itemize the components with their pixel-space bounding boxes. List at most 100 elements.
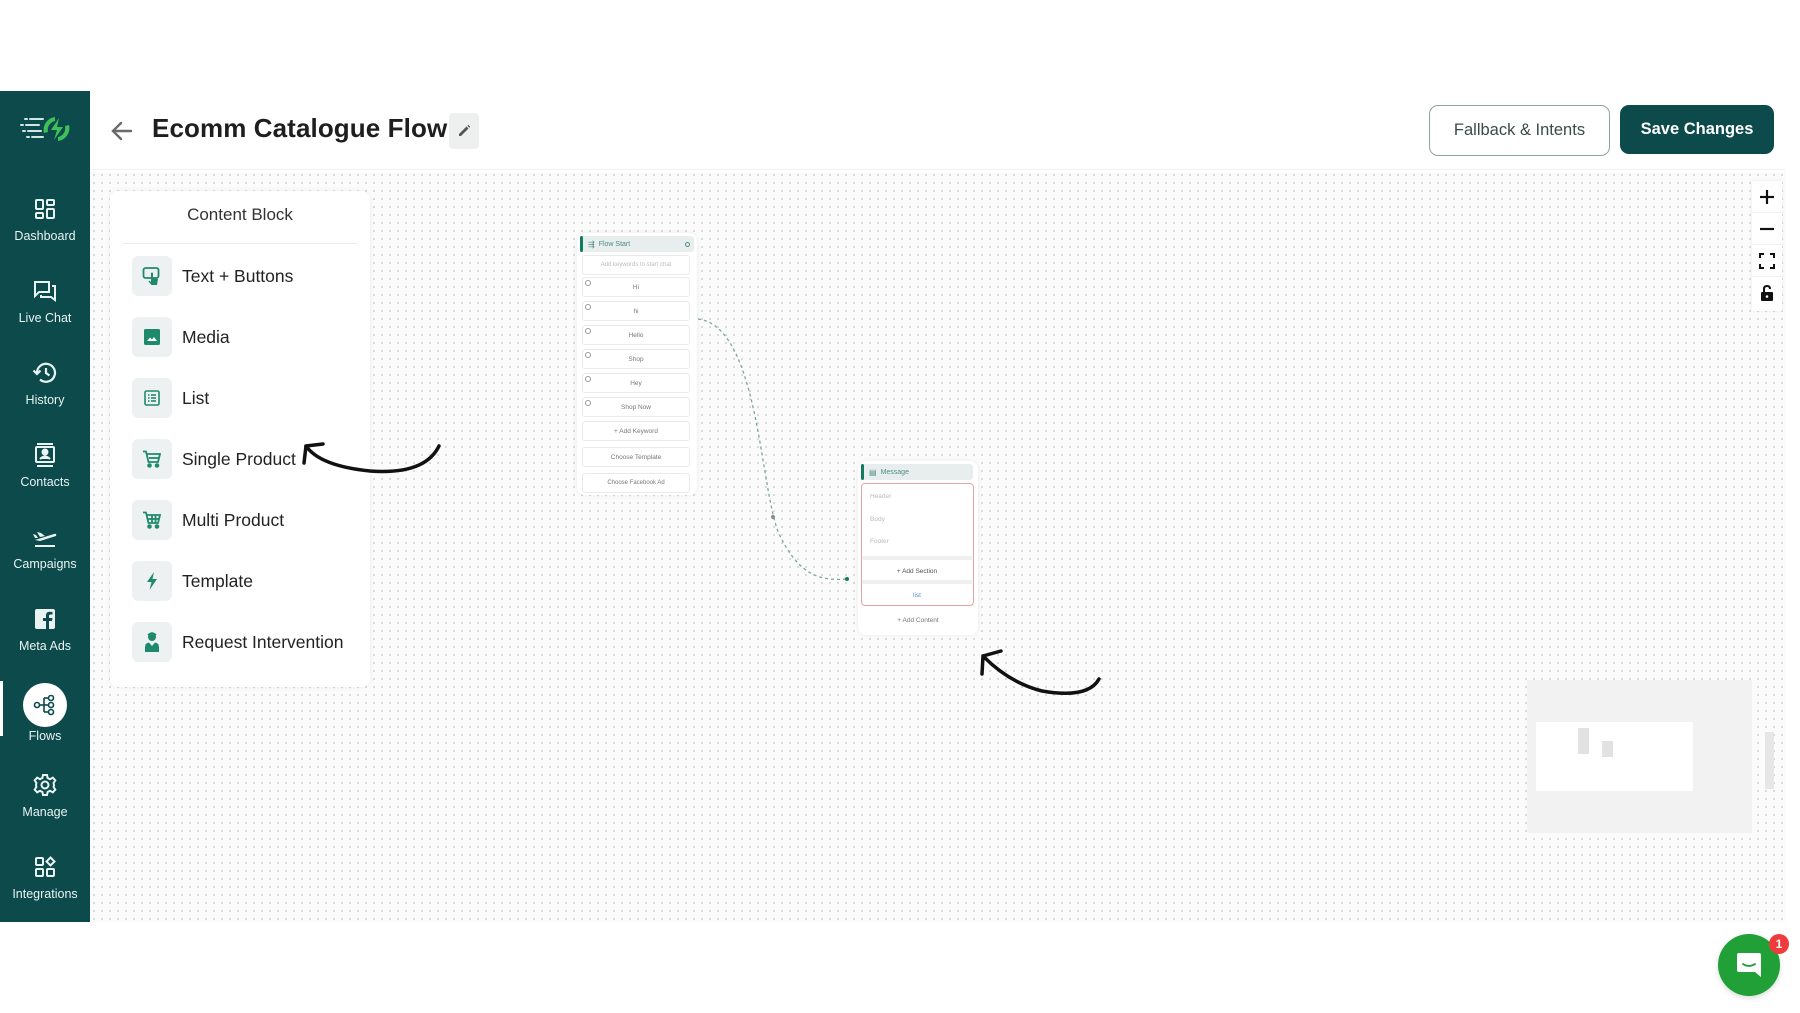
fit-view-icon	[1759, 252, 1775, 269]
keyword-label: Shop	[628, 355, 644, 363]
add-content-button[interactable]: + Add Content	[858, 611, 978, 629]
block-template[interactable]: Template	[132, 561, 362, 601]
remove-keyword-icon[interactable]	[585, 280, 591, 286]
keyword-item[interactable]: Shop	[582, 349, 690, 369]
sidebar-item-manage[interactable]: Manage	[0, 765, 90, 837]
edge-midpoint-handle[interactable]	[771, 515, 775, 519]
sidebar-item-campaigns[interactable]: Campaigns	[0, 517, 90, 589]
sidebar-item-label: Flows	[28, 729, 62, 743]
remove-keyword-icon[interactable]	[585, 328, 591, 334]
remove-keyword-icon[interactable]	[585, 376, 591, 382]
keyword-label: Shop Now	[621, 403, 651, 411]
add-section-button[interactable]: + Add Section	[862, 562, 972, 580]
footer-field[interactable]: Footer	[870, 538, 889, 545]
fallback-intents-button[interactable]: Fallback & Intents	[1429, 105, 1610, 156]
keyword-item[interactable]: hi	[582, 301, 690, 321]
list-icon	[132, 378, 172, 418]
keyword-item[interactable]: Hi	[582, 277, 690, 297]
pencil-icon	[459, 124, 471, 136]
keyword-item[interactable]: Hey	[582, 373, 690, 393]
cart-icon	[132, 500, 172, 540]
contact-card-icon	[31, 441, 59, 469]
message-node[interactable]: ▤ Message Header Body Footer + Add Secti…	[858, 461, 978, 635]
block-multi-product[interactable]: Multi Product	[132, 500, 362, 540]
divider	[862, 556, 972, 560]
add-keyword-button[interactable]: + Add Keyword	[582, 421, 690, 441]
dashboard-grid-icon	[31, 195, 59, 223]
chat-bubbles-icon	[31, 277, 59, 305]
divider	[123, 243, 357, 244]
keyword-label: Hey	[630, 379, 642, 387]
message-icon: ▤	[869, 467, 877, 477]
fit-view-button[interactable]	[1752, 245, 1782, 277]
minus-icon	[1760, 227, 1774, 230]
sidebar-item-meta-ads[interactable]: Meta Ads	[0, 599, 90, 671]
block-label: Request Intervention	[182, 631, 344, 652]
page-title: Ecomm Catalogue Flow	[152, 113, 448, 143]
keyword-item[interactable]: Shop Now	[582, 397, 690, 417]
history-clock-icon	[31, 359, 59, 387]
body-field[interactable]: Body	[870, 516, 885, 523]
block-media[interactable]: Media	[132, 317, 362, 357]
minimap[interactable]	[1527, 680, 1774, 833]
block-label: Text + Buttons	[182, 265, 294, 286]
keyword-item[interactable]: Hello	[582, 325, 690, 345]
cart-icon	[132, 439, 172, 479]
sidebar-item-label: Integrations	[12, 887, 78, 901]
back-button[interactable]	[108, 117, 136, 145]
remove-keyword-icon[interactable]	[585, 400, 591, 406]
sidebar-item-label: Campaigns	[13, 557, 77, 571]
minimap-viewport[interactable]	[1536, 722, 1693, 791]
output-handle[interactable]	[685, 241, 690, 247]
edge-target-handle[interactable]	[845, 577, 849, 581]
block-label: Template	[182, 570, 254, 591]
agent-icon	[132, 622, 172, 662]
node-header: ⇶ Flow Start	[580, 236, 694, 252]
edit-title-button[interactable]	[449, 113, 479, 149]
remove-keyword-icon[interactable]	[585, 352, 591, 358]
sidebar-item-history[interactable]: History	[0, 353, 90, 425]
sidebar-item-dashboard[interactable]: Dashboard	[0, 189, 90, 261]
choose-facebook-ad-button[interactable]: Choose Facebook Ad	[582, 473, 690, 493]
list-block[interactable]: Header Body Footer + Add Section list	[861, 483, 974, 606]
sidebar-item-live-chat[interactable]: Live Chat	[0, 271, 90, 343]
sidebar-item-label: Manage	[22, 805, 68, 819]
zoom-out-button[interactable]	[1752, 213, 1782, 245]
lock-toggle-button[interactable]	[1752, 277, 1782, 309]
minimap-node	[1602, 741, 1613, 757]
sidebar-item-flows[interactable]: Flows	[0, 683, 90, 755]
sidebar-item-integrations[interactable]: Integrations	[0, 847, 90, 919]
header-field[interactable]: Header	[870, 493, 891, 500]
keyword-label: Hi	[632, 283, 640, 291]
sidebar-item-label: Meta Ads	[18, 639, 72, 653]
annotation-arrow-icon	[980, 649, 1101, 695]
node-header: ▤ Message	[861, 464, 973, 480]
page-header: Ecomm Catalogue Flow Fallback & Intents …	[90, 91, 1786, 170]
zoom-in-button[interactable]	[1752, 181, 1782, 213]
keyword-label: Hello	[628, 331, 644, 339]
sidebar-item-contacts[interactable]: Contacts	[0, 435, 90, 507]
keyword-input[interactable]: Add keywords to start chat	[582, 255, 690, 275]
brand-logo-icon[interactable]	[17, 113, 73, 145]
flow-canvas[interactable]: Content Block Text + Buttons Media List	[90, 171, 1786, 922]
list-button[interactable]: list	[862, 586, 972, 604]
block-label: Media	[182, 326, 230, 347]
image-icon	[132, 317, 172, 357]
minimap-node	[1578, 728, 1589, 754]
node-title: Flow Start	[598, 240, 631, 248]
choose-template-button[interactable]: Choose Template	[582, 447, 690, 467]
block-request-intervention[interactable]: Request Intervention	[132, 622, 362, 662]
lightning-icon	[132, 561, 172, 601]
flow-tree-icon	[23, 683, 67, 727]
flow-icon: ⇶	[588, 239, 595, 249]
block-text-buttons[interactable]: Text + Buttons	[132, 256, 362, 296]
notification-badge: 1	[1769, 934, 1789, 954]
flow-start-node[interactable]: ⇶ Flow Start Add keywords to start chat …	[577, 233, 697, 495]
save-changes-button[interactable]: Save Changes	[1620, 105, 1774, 154]
unlock-icon	[1761, 285, 1773, 301]
remove-keyword-icon[interactable]	[585, 304, 591, 310]
sidebar: Dashboard Live Chat History Contacts Cam	[0, 91, 90, 922]
block-label: Multi Product	[182, 509, 285, 530]
minimap-node	[1765, 732, 1774, 789]
chat-support-icon	[1737, 953, 1761, 977]
